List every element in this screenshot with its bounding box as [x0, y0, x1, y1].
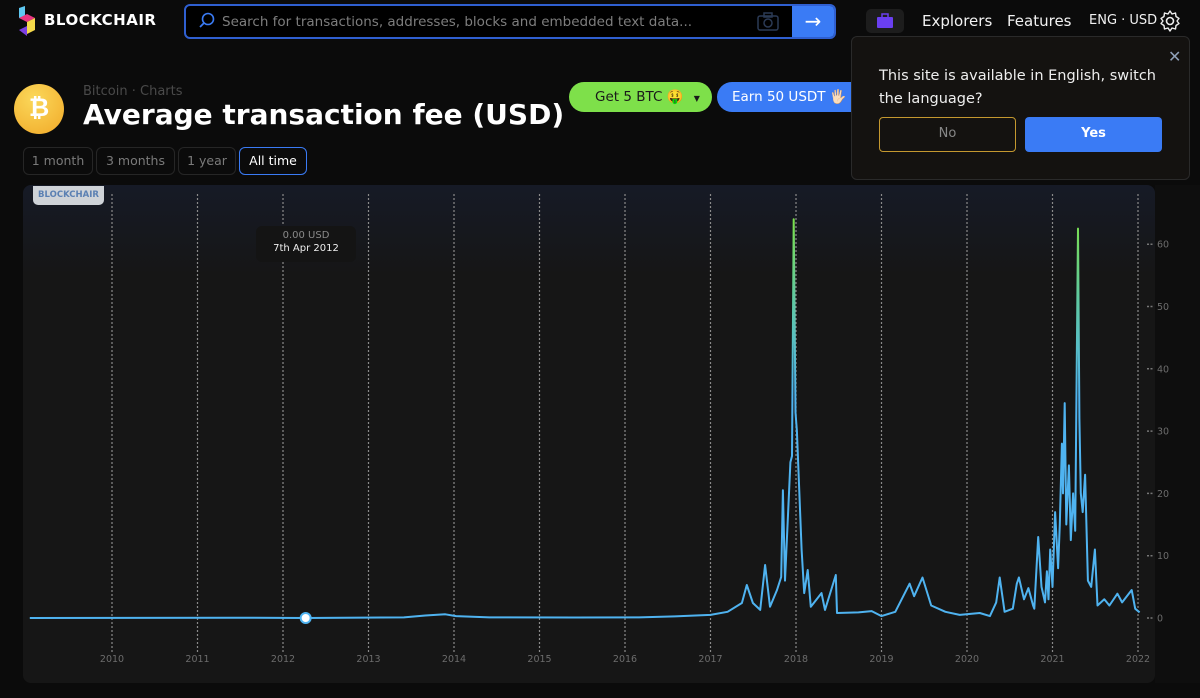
x-tick-label: 2020: [955, 654, 979, 665]
y-tick-label: 10: [1157, 551, 1169, 562]
x-tick-label: 2011: [185, 654, 209, 665]
language-popup-message: This site is available in English, switc…: [879, 68, 1156, 107]
x-tick-label: 2016: [613, 654, 637, 665]
chart-watermark-badge: BLOCKCHAIR: [33, 186, 104, 205]
y-tick-label: 60: [1157, 240, 1169, 251]
y-tick-label: 20: [1157, 489, 1169, 500]
x-tick-label: 2014: [442, 654, 466, 665]
x-tick-label: 2018: [784, 654, 808, 665]
chart-tooltip: 0.00 USD 7th Apr 2012: [256, 226, 356, 262]
language-no-button[interactable]: No: [879, 117, 1016, 152]
x-tick-label: 2013: [356, 654, 380, 665]
language-yes-button[interactable]: Yes: [1025, 117, 1162, 152]
y-tick-label: 50: [1157, 302, 1169, 313]
x-tick-label: 2019: [869, 654, 893, 665]
tooltip-date: 7th Apr 2012: [273, 243, 339, 254]
x-tick-label: 2017: [698, 654, 722, 665]
language-popup: ✕ This site is available in English, swi…: [851, 36, 1190, 180]
hover-point-marker: [299, 612, 312, 624]
y-tick-label: 40: [1157, 364, 1169, 375]
x-tick-label: 2022: [1126, 654, 1150, 665]
x-tick-label: 2021: [1040, 654, 1064, 665]
y-tick-label: 30: [1157, 427, 1169, 438]
y-tick-label: 0: [1157, 614, 1163, 625]
x-tick-label: 2012: [271, 654, 295, 665]
x-tick-label: 2010: [100, 654, 124, 665]
close-icon[interactable]: ✕: [1168, 47, 1181, 66]
tooltip-value: 0.00 USD: [282, 230, 330, 241]
x-tick-label: 2015: [527, 654, 551, 665]
fee-series-line: [29, 218, 1141, 619]
